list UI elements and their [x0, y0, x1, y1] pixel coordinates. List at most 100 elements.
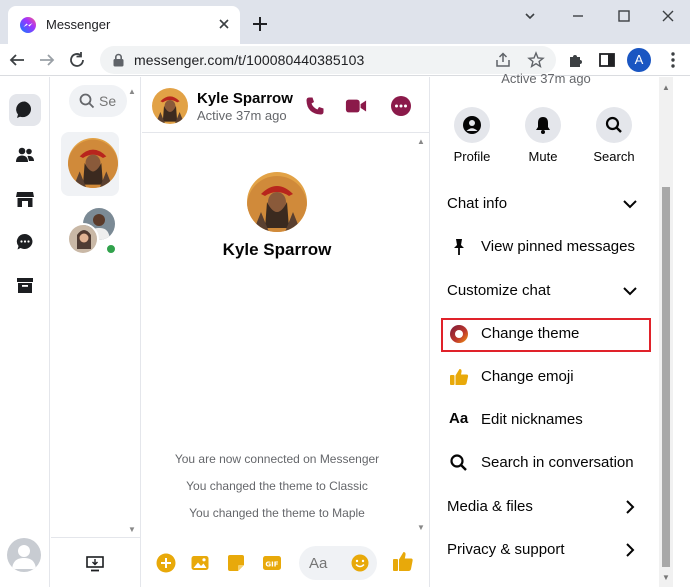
messenger-favicon-icon	[20, 17, 36, 33]
view-pinned-label: View pinned messages	[481, 238, 635, 255]
nickname-text-icon: Aa	[449, 410, 469, 427]
messenger-app: ▲ ▼	[0, 71, 690, 587]
chat-list: ▲ ▼	[51, 77, 141, 587]
system-message: You are now connected on Messenger	[174, 452, 380, 466]
people-icon	[16, 147, 34, 162]
browser-tab-title: Messenger	[46, 17, 111, 32]
message-composer: GIF	[142, 538, 430, 587]
extensions-puzzle-icon[interactable]	[565, 49, 587, 71]
new-tab-plus-icon[interactable]	[250, 14, 270, 34]
close-tab-icon[interactable]	[214, 14, 234, 34]
mute-action-label: Mute	[528, 149, 558, 164]
profile-action-button[interactable]	[454, 107, 490, 143]
chat-search-input[interactable]	[99, 92, 125, 110]
archive-box-icon	[17, 278, 33, 293]
search-icon	[450, 454, 467, 471]
gif-icon[interactable]: GIF	[262, 553, 282, 573]
video-camera-icon[interactable]	[345, 95, 367, 117]
rail-chats-button[interactable]	[9, 94, 41, 126]
contact-name[interactable]: Kyle Sparrow	[197, 90, 293, 107]
bookmark-star-icon[interactable]	[527, 51, 545, 69]
side-panel-icon[interactable]	[596, 49, 618, 71]
svg-text:GIF: GIF	[265, 561, 278, 569]
rail-people-button[interactable]	[9, 139, 41, 171]
conversation-scrollbar[interactable]: ▲ ▼	[414, 133, 428, 538]
privacy-support-label: Privacy & support	[447, 541, 565, 558]
edit-nicknames-item[interactable]: Aa Edit nicknames	[439, 401, 649, 439]
share-icon[interactable]	[494, 51, 512, 69]
back-arrow-icon[interactable]	[6, 49, 28, 71]
chat-info-section[interactable]: Chat info	[439, 185, 649, 223]
change-emoji-item[interactable]: Change emoji	[439, 358, 649, 396]
emoji-smile-icon[interactable]	[351, 554, 369, 572]
chevron-down-icon[interactable]	[520, 6, 540, 26]
info-panel-scrollbar[interactable]: ▲ ▼	[659, 77, 673, 587]
search-action-button[interactable]	[596, 107, 632, 143]
chat-item-kyle-sparrow[interactable]	[61, 132, 119, 196]
message-input[interactable]	[309, 554, 349, 572]
browser-tab[interactable]: Messenger	[8, 6, 240, 44]
close-window-icon[interactable]	[658, 6, 678, 26]
scrollbar-thumb[interactable]	[662, 187, 670, 567]
forward-arrow-icon[interactable]	[36, 49, 58, 71]
phone-icon[interactable]	[304, 95, 326, 117]
chevron-right-icon	[626, 500, 635, 514]
media-files-section[interactable]: Media & files	[439, 488, 649, 526]
system-message: You changed the theme to Maple	[189, 506, 365, 520]
more-vertical-icon[interactable]	[662, 49, 684, 71]
panel-contact-status: Active 37m ago	[501, 71, 591, 86]
rail-marketplace-button[interactable]	[9, 183, 41, 215]
rail-archive-button[interactable]	[9, 269, 41, 301]
maximize-icon[interactable]	[614, 6, 634, 26]
customize-chat-label: Customize chat	[447, 282, 551, 299]
chat-item-group[interactable]	[61, 205, 119, 269]
chat-list-footer	[51, 537, 141, 587]
chat-search-box[interactable]	[69, 85, 127, 117]
reload-icon[interactable]	[66, 49, 88, 71]
view-pinned-messages-item[interactable]: View pinned messages	[439, 228, 649, 266]
search-action[interactable]: Search	[589, 107, 639, 167]
browser-profile-avatar[interactable]: A	[627, 48, 651, 72]
chevron-right-icon	[626, 543, 635, 557]
search-conversation-label: Search in conversation	[481, 454, 634, 471]
lock-icon[interactable]	[112, 53, 125, 67]
minimize-icon[interactable]	[568, 6, 588, 26]
more-options-icon[interactable]	[390, 95, 412, 117]
search-in-conversation-item[interactable]: Search in conversation	[439, 444, 649, 482]
contact-profile-picture[interactable]	[247, 172, 307, 232]
conversation-pane: Kyle Sparrow Active 37m ago Kyle Sparrow…	[142, 77, 430, 587]
thumbs-up-icon	[450, 369, 469, 385]
default-user-icon	[12, 545, 36, 569]
thumbs-up-icon[interactable]	[392, 550, 414, 572]
mute-action-button[interactable]	[525, 107, 561, 143]
my-profile-avatar[interactable]	[7, 538, 41, 572]
search-icon	[79, 93, 95, 109]
address-bar[interactable]: messenger.com/t/100080440385103	[100, 46, 556, 74]
plus-circle-icon[interactable]	[156, 553, 176, 573]
change-emoji-label: Change emoji	[481, 368, 574, 385]
privacy-support-section[interactable]: Privacy & support	[439, 531, 649, 569]
chat-list-scrollbar[interactable]: ▲ ▼	[127, 87, 137, 537]
sticker-icon[interactable]	[226, 553, 246, 573]
message-input-box[interactable]	[299, 546, 377, 580]
profile-name: Kyle Sparrow	[222, 240, 332, 259]
media-files-label: Media & files	[447, 498, 533, 515]
profile-action-label: Profile	[453, 149, 491, 164]
url-text[interactable]: messenger.com/t/100080440385103	[134, 52, 364, 68]
profile-person-icon	[463, 116, 481, 134]
store-icon	[16, 192, 34, 207]
pin-icon	[454, 239, 464, 255]
profile-action[interactable]: Profile	[447, 107, 497, 167]
edit-nicknames-label: Edit nicknames	[481, 411, 583, 428]
mute-action[interactable]: Mute	[518, 107, 568, 167]
chevron-down-icon	[623, 200, 637, 209]
rail-requests-button[interactable]	[9, 226, 41, 258]
desktop-app-icon[interactable]	[86, 556, 104, 572]
contact-avatar[interactable]	[152, 88, 188, 124]
online-status-dot	[105, 243, 117, 255]
chat-bubble-icon	[16, 101, 32, 118]
customize-chat-section[interactable]: Customize chat	[439, 272, 649, 310]
contact-avatar	[68, 138, 118, 188]
photo-icon[interactable]	[190, 553, 210, 573]
search-action-label: Search	[593, 149, 635, 164]
